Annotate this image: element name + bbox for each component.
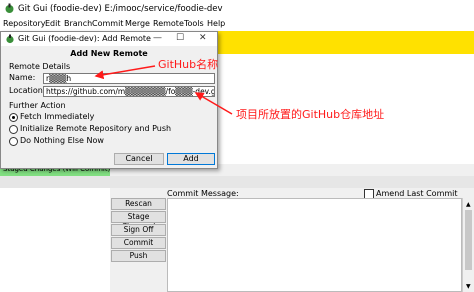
location-annotation: 项目所放置的GitHub仓库地址: [236, 108, 385, 121]
annotation-arrows: [94, 65, 233, 115]
name-arrow: [94, 65, 156, 80]
name-annotation: GitHub名称: [158, 58, 219, 71]
location-arrow: [194, 92, 233, 115]
